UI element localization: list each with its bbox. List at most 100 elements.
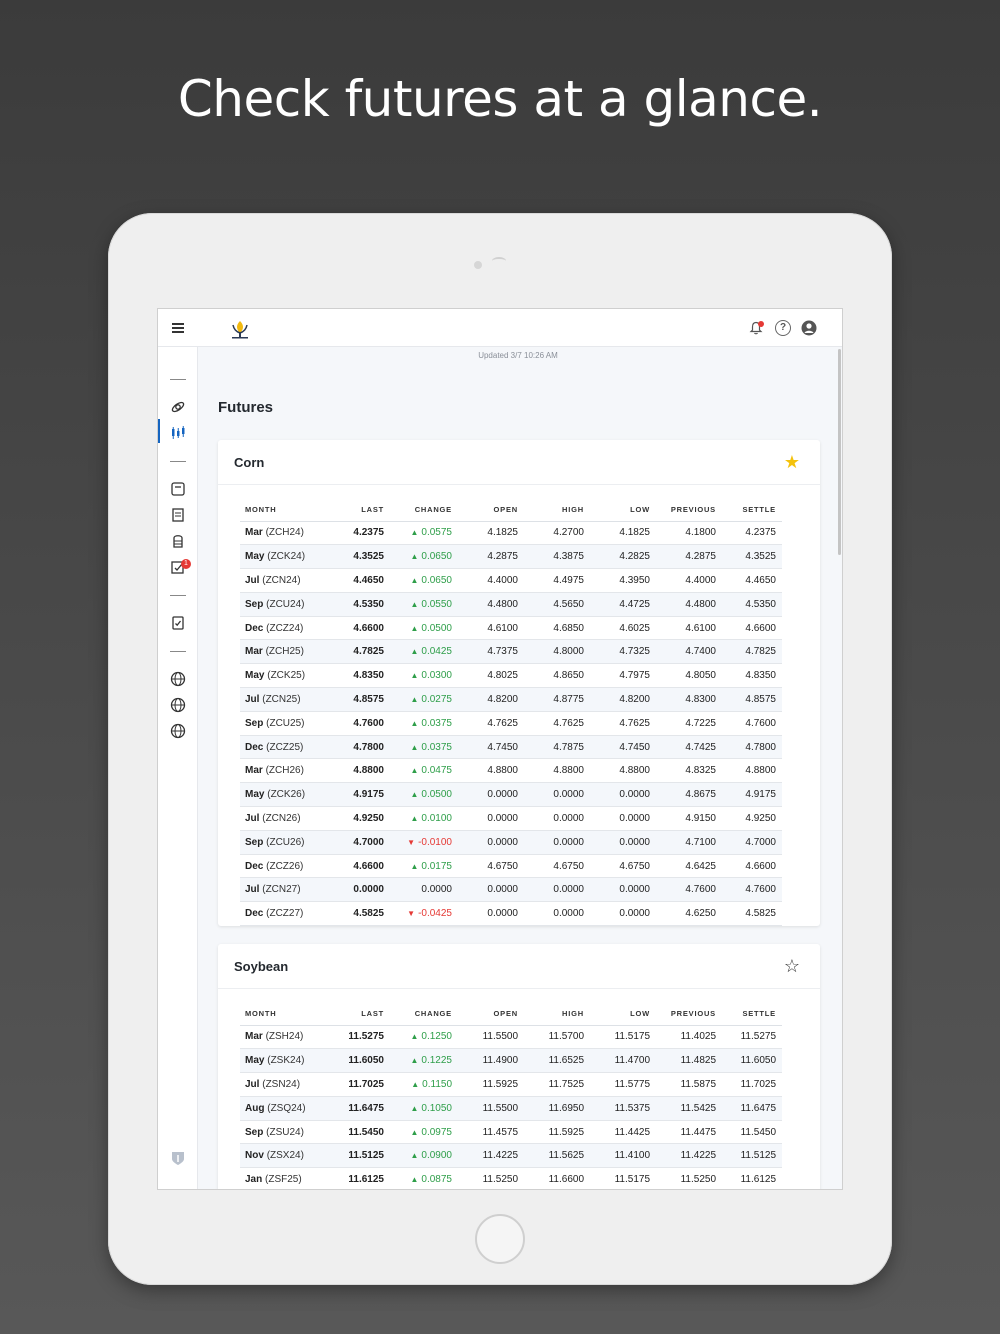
cell-settle: 4.7000	[722, 830, 782, 855]
cell-settle: 4.5825	[722, 901, 782, 927]
change-value: 0.0500	[421, 622, 452, 634]
globe-icon[interactable]	[170, 671, 186, 687]
change-value: 0.0000	[421, 884, 452, 896]
cell-previous: 11.5425	[656, 1096, 722, 1121]
cell-change: ▲ 0.1225	[390, 1048, 458, 1074]
candlestick-chart-icon[interactable]	[170, 425, 186, 441]
table-row[interactable]: Dec (ZCZ26) 4.6600 ▲ 0.0175 4.6750 4.6750 4.67…	[240, 854, 782, 879]
table-row[interactable]: Nov (ZSX24) 11.5125 ▲ 0.0900 11.4225 11.5625 1…	[240, 1143, 782, 1169]
month-label: Mar	[245, 527, 263, 539]
table-row[interactable]: Aug (ZSQ24) 11.6475 ▲ 0.1050 11.5500 11.6950 1…	[240, 1096, 782, 1121]
cell-open: 4.1825	[458, 521, 524, 546]
triangle-up-icon: ▲	[410, 671, 419, 681]
cell-low: 0.0000	[590, 806, 656, 831]
table-row[interactable]: Dec (ZCZ24) 4.6600 ▲ 0.0500 4.6100 4.6850 4.60…	[240, 616, 782, 641]
cell-settle: 11.5450	[722, 1120, 782, 1145]
change-value: 0.0900	[421, 1150, 452, 1162]
table-row[interactable]: Mar (ZCH24) 4.2375 ▲ 0.0575 4.1825 4.2700 4.18…	[240, 521, 782, 546]
cell-previous: 4.2875	[656, 544, 722, 570]
table-row[interactable]: Jul (ZCN25) 4.8575 ▲ 0.0275 4.8200 4.8775 4.82…	[240, 687, 782, 712]
month-label: Mar	[245, 646, 263, 658]
table-row[interactable]: May (ZCK26) 4.9175 ▲ 0.0500 0.0000 0.0000 0.00…	[240, 782, 782, 808]
table-row[interactable]: Sep (ZCU24) 4.5350 ▲ 0.0550 4.4800 4.5650 4.47…	[240, 592, 782, 617]
cell-open: 4.2875	[458, 544, 524, 570]
cell-change: ▲ 0.0375	[390, 711, 458, 736]
table-row[interactable]: Dec (ZCZ27) 4.5825 ▼ -0.0425 0.0000 0.0000 0.0…	[240, 901, 782, 927]
contract-code: (ZSU24)	[266, 1126, 304, 1138]
cell-open: 4.8025	[458, 663, 524, 689]
scrollbar[interactable]	[838, 349, 841, 555]
satellite-icon[interactable]	[170, 399, 186, 415]
cell-settle: 4.8350	[722, 663, 782, 689]
cell-open: 11.5500	[458, 1025, 524, 1050]
month-label: Sep	[245, 1126, 264, 1138]
contract-code: (ZCH25)	[265, 646, 304, 658]
cell-last: 4.7800	[330, 735, 390, 760]
column-header-month: MONTH	[240, 499, 330, 522]
cell-open: 4.4000	[458, 568, 524, 593]
cell-high: 11.7525	[524, 1072, 590, 1097]
favorite-star-icon[interactable]: ★	[784, 452, 800, 472]
cell-low: 4.8800	[590, 758, 656, 784]
scale-icon[interactable]	[170, 481, 186, 497]
help-icon[interactable]: ?	[775, 320, 791, 336]
table-row[interactable]: May (ZCK24) 4.3525 ▲ 0.0650 4.2875 4.3875 4.28…	[240, 544, 782, 570]
triangle-up-icon: ▲	[410, 742, 419, 752]
cell-change: ▲ 0.0900	[390, 1143, 458, 1169]
table-row[interactable]: Jan (ZSF25) 11.6125 ▲ 0.0875 11.5250 11.6600 1…	[240, 1167, 782, 1189]
cell-settle: 4.4650	[722, 568, 782, 593]
cell-previous: 4.1800	[656, 521, 722, 546]
table-row[interactable]: Mar (ZSH24) 11.5275 ▲ 0.1250 11.5500 11.5700 1…	[240, 1025, 782, 1050]
globe-icon[interactable]	[170, 697, 186, 713]
cell-last: 4.9175	[330, 782, 390, 808]
cell-low: 0.0000	[590, 901, 656, 927]
ticket-icon[interactable]	[170, 507, 186, 523]
month-label: Sep	[245, 598, 264, 610]
table-row[interactable]: Mar (ZCH26) 4.8800 ▲ 0.0475 4.8800 4.8800 4.88…	[240, 758, 782, 784]
cell-change: ▲ 0.1250	[390, 1025, 458, 1050]
globe-icon[interactable]	[170, 723, 186, 739]
cell-open: 4.4800	[458, 592, 524, 617]
sidebar-divider	[170, 461, 186, 462]
cell-previous: 4.7425	[656, 735, 722, 760]
cell-previous: 11.4225	[656, 1143, 722, 1169]
column-header-last: LAST	[330, 1003, 390, 1026]
table-row[interactable]: May (ZCK25) 4.8350 ▲ 0.0300 4.8025 4.8650 4.79…	[240, 663, 782, 689]
cell-low: 11.5375	[590, 1096, 656, 1121]
cell-previous: 4.9150	[656, 806, 722, 831]
change-value: 0.0300	[421, 670, 452, 682]
contract-code: (ZSF25)	[265, 1174, 302, 1186]
card-title: Soybean	[234, 959, 289, 974]
table-row[interactable]: Jul (ZSN24) 11.7025 ▲ 0.1150 11.5925 11.7525 1…	[240, 1072, 782, 1097]
table-row[interactable]: May (ZSK24) 11.6050 ▲ 0.1225 11.4900 11.6525 1…	[240, 1048, 782, 1074]
cell-high: 11.5700	[524, 1025, 590, 1050]
silo-icon[interactable]	[170, 533, 186, 549]
checklist-icon[interactable]	[170, 615, 186, 631]
contract-code: (ZCZ27)	[266, 908, 304, 920]
cell-previous: 4.6250	[656, 901, 722, 927]
cell-change: ▲ 0.0425	[390, 639, 458, 665]
cell-settle: 4.9175	[722, 782, 782, 808]
hamburger-menu-icon[interactable]	[172, 323, 184, 333]
table-row[interactable]: Jul (ZCN26) 4.9250 ▲ 0.0100 0.0000 0.0000 0.00…	[240, 806, 782, 831]
cell-month: Sep (ZCU24)	[240, 592, 330, 617]
table-row[interactable]: Jul (ZCN24) 4.4650 ▲ 0.0650 4.4000 4.4975 4.39…	[240, 568, 782, 593]
table-row[interactable]: Jul (ZCN27) 0.0000 0.0000 0.0000 0.0000 0.000…	[240, 877, 782, 903]
favorite-star-icon[interactable]: ☆	[784, 956, 800, 976]
change-value: 0.0975	[421, 1126, 452, 1138]
table-row[interactable]: Sep (ZCU25) 4.7600 ▲ 0.0375 4.7625 4.7625 4.76…	[240, 711, 782, 736]
home-button[interactable]	[475, 1214, 525, 1264]
cell-low: 11.4100	[590, 1143, 656, 1169]
user-avatar-icon[interactable]	[801, 320, 817, 336]
cell-change: 0.0000	[390, 877, 458, 903]
column-header-high: HIGH	[524, 499, 590, 522]
cell-month: Sep (ZCU26)	[240, 830, 330, 855]
table-row[interactable]: Sep (ZCU26) 4.7000 ▼ -0.0100 0.0000 0.0000 0.0…	[240, 830, 782, 855]
table-row[interactable]: Mar (ZCH25) 4.7825 ▲ 0.0425 4.7375 4.8000 4.73…	[240, 639, 782, 665]
cell-month: Aug (ZSQ24)	[240, 1096, 330, 1121]
change-value: 0.1050	[421, 1102, 452, 1114]
table-row[interactable]: Sep (ZSU24) 11.5450 ▲ 0.0975 11.4575 11.5925 1…	[240, 1120, 782, 1145]
table-row[interactable]: Dec (ZCZ25) 4.7800 ▲ 0.0375 4.7450 4.7875 4.74…	[240, 735, 782, 760]
column-header-change: CHANGE	[390, 499, 458, 522]
futures-table: MONTH LAST CHANGE OPEN HIGH LOW PREVIOUS SETTLE…	[240, 1003, 782, 1189]
